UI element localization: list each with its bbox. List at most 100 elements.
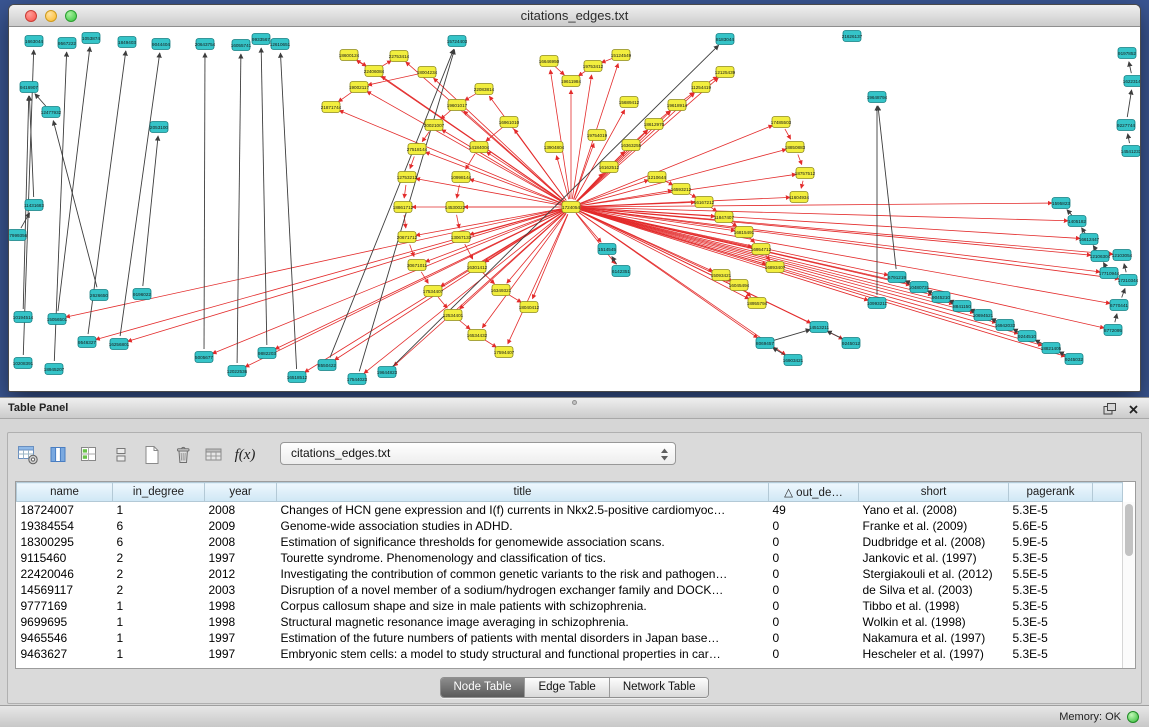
table-cell[interactable]: 9777169 bbox=[17, 598, 113, 614]
graph-node[interactable]: 9245012 bbox=[842, 338, 860, 349]
table-cell[interactable]: 1998 bbox=[205, 614, 277, 630]
table-cell[interactable]: 0 bbox=[769, 598, 859, 614]
graph-edge[interactable] bbox=[280, 53, 296, 369]
graph-node[interactable]: 16162512 bbox=[599, 162, 620, 173]
table-cell[interactable]: 1997 bbox=[205, 550, 277, 566]
graph-node[interactable]: 11254419 bbox=[691, 82, 712, 93]
graph-node[interactable]: 9567222 bbox=[58, 38, 76, 49]
graph-node[interactable]: 14513211 bbox=[809, 322, 830, 333]
graph-node[interactable]: 16815491 bbox=[734, 227, 755, 238]
table-cell[interactable]: 5.3E-5 bbox=[1009, 598, 1093, 614]
graph-node[interactable]: 27518144 bbox=[407, 144, 428, 155]
graph-node[interactable]: 1663044 bbox=[25, 36, 43, 47]
graph-edge[interactable] bbox=[1127, 90, 1131, 117]
graph-node[interactable]: 1210644 bbox=[648, 172, 666, 183]
graph-node[interactable]: 9197852 bbox=[1118, 48, 1136, 59]
graph-edge[interactable] bbox=[1067, 210, 1072, 215]
graph-node[interactable]: 11847407 bbox=[714, 212, 735, 223]
graph-node[interactable]: 22083814 bbox=[474, 84, 495, 95]
graph-node[interactable]: 16903421 bbox=[783, 355, 804, 366]
graph-node[interactable]: 9546327 bbox=[78, 337, 96, 348]
graph-node[interactable]: 16055741 bbox=[231, 40, 252, 51]
import-table-icon[interactable] bbox=[202, 441, 226, 469]
table-cell[interactable]: Corpus callosum shape and size in male p… bbox=[277, 598, 769, 614]
graph-node[interactable]: 19002117 bbox=[349, 82, 370, 93]
graph-edge[interactable] bbox=[1093, 246, 1096, 251]
graph-edge[interactable] bbox=[457, 215, 460, 228]
graph-node[interactable]: 5005677 bbox=[195, 352, 213, 363]
graph-node[interactable]: 19618914 bbox=[667, 100, 688, 111]
graph-node[interactable]: 15093421 bbox=[711, 270, 732, 281]
graph-edge[interactable] bbox=[575, 110, 625, 200]
table-cell[interactable]: 1 bbox=[113, 630, 205, 646]
table-cell[interactable]: 5.3E-5 bbox=[1009, 630, 1093, 646]
graph-node[interactable]: 17544023 bbox=[347, 374, 368, 385]
graph-edge[interactable] bbox=[410, 245, 414, 257]
table-row[interactable]: 1830029562008Estimation of significance … bbox=[17, 534, 1123, 550]
tab-node-table[interactable]: Node Table bbox=[441, 678, 526, 697]
graph-edge[interactable] bbox=[394, 212, 565, 366]
table-cell[interactable]: 0 bbox=[769, 534, 859, 550]
graph-node[interactable]: 6791219 bbox=[888, 272, 906, 283]
graph-edge[interactable] bbox=[237, 54, 241, 363]
graph-node[interactable]: 16961010 bbox=[499, 117, 520, 128]
graph-edge[interactable] bbox=[484, 339, 497, 347]
table-cell[interactable]: Franke et al. (2009) bbox=[859, 518, 1009, 534]
graph-node[interactable]: 8772095 bbox=[1104, 325, 1122, 336]
table-cell[interactable]: Stergiakouli et al. (2012) bbox=[859, 566, 1009, 582]
table-cell[interactable]: Hescheler et al. (1997) bbox=[859, 646, 1009, 662]
graph-node[interactable]: 18612970 bbox=[644, 119, 665, 130]
table-cell[interactable]: Estimation of the future numbers of pati… bbox=[277, 630, 769, 646]
graph-edge[interactable] bbox=[579, 209, 1104, 328]
graph-edge[interactable] bbox=[576, 213, 616, 264]
graph-node[interactable]: 12103054 bbox=[1112, 250, 1133, 261]
splitter-grip[interactable] bbox=[572, 400, 577, 405]
table-row[interactable]: 1456911722003Disruption of a novel membe… bbox=[17, 582, 1123, 598]
table-cell[interactable]: 0 bbox=[769, 582, 859, 598]
graph-node[interactable]: 19753412 bbox=[583, 61, 604, 72]
graph-edge[interactable] bbox=[556, 156, 568, 200]
graph-node[interactable]: 1595823 bbox=[1052, 198, 1070, 209]
graph-node[interactable]: 19611984 bbox=[561, 76, 582, 87]
float-panel-icon[interactable] bbox=[1103, 402, 1116, 420]
table-row[interactable]: 946554611997Estimation of the future num… bbox=[17, 630, 1123, 646]
graph-edge[interactable] bbox=[550, 70, 569, 199]
graph-node[interactable]: 10208391 bbox=[13, 358, 34, 369]
graph-node[interactable]: 16612447 bbox=[1079, 234, 1100, 245]
table-cell[interactable]: Wolkin et al. (1998) bbox=[859, 614, 1009, 630]
table-cell[interactable]: 18300295 bbox=[17, 534, 113, 550]
graph-node[interactable]: 30671011 bbox=[407, 260, 428, 271]
table-cell[interactable]: de Silva et al. (2003) bbox=[859, 582, 1009, 598]
graph-node[interactable]: 20671712 bbox=[397, 232, 418, 243]
graph-node[interactable]: 16167212 bbox=[694, 197, 715, 208]
graph-node[interactable]: 17999356 bbox=[9, 230, 28, 241]
table-cell[interactable]: 22420046 bbox=[17, 566, 113, 582]
graph-edge[interactable] bbox=[508, 294, 521, 302]
window-titlebar[interactable]: citations_edges.txt bbox=[9, 5, 1140, 27]
column-header[interactable]: year bbox=[205, 483, 277, 502]
table-cell[interactable]: 0 bbox=[769, 630, 859, 646]
table-cell[interactable]: 5.3E-5 bbox=[1009, 582, 1093, 598]
table-row[interactable]: 977716911998Corpus callosum shape and si… bbox=[17, 598, 1123, 614]
graph-node[interactable]: 18821405 bbox=[1041, 343, 1062, 354]
table-cell[interactable]: 9699695 bbox=[17, 614, 113, 630]
graph-edge[interactable] bbox=[66, 209, 563, 317]
graph-edge[interactable] bbox=[766, 255, 770, 260]
table-cell[interactable]: 2008 bbox=[205, 502, 277, 518]
graph-edge[interactable] bbox=[683, 92, 693, 100]
graph-node[interactable]: 12534401 bbox=[443, 310, 464, 321]
graph-node[interactable]: 1724054 bbox=[562, 202, 580, 213]
table-cell[interactable]: 9115460 bbox=[17, 550, 113, 566]
graph-node[interactable]: 18850883 bbox=[785, 142, 806, 153]
graph-node[interactable]: 17594407 bbox=[494, 347, 515, 358]
graph-edge[interactable] bbox=[773, 330, 811, 341]
graph-node[interactable]: 17210344 bbox=[1118, 275, 1139, 286]
graph-node[interactable]: 14184004 bbox=[469, 142, 490, 153]
graph-edge[interactable] bbox=[204, 53, 205, 349]
show-columns-icon[interactable] bbox=[47, 441, 71, 469]
graph-edge[interactable] bbox=[338, 92, 352, 102]
graph-node[interactable]: 11604934 bbox=[789, 192, 810, 203]
table-cell[interactable]: 0 bbox=[769, 646, 859, 662]
graph-node[interactable]: 9416907 bbox=[20, 82, 38, 93]
graph-node[interactable]: 22753414 bbox=[389, 51, 410, 62]
